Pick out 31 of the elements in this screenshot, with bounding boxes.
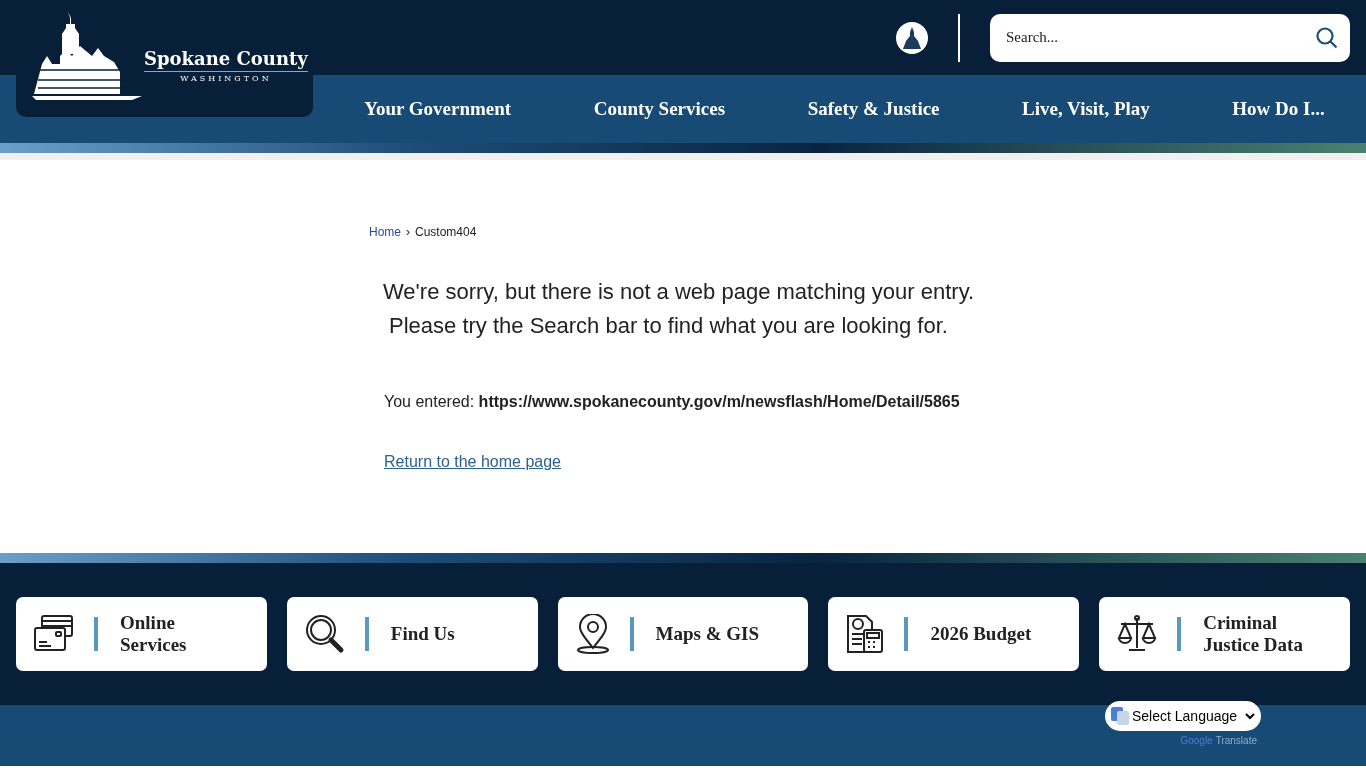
- quick-link-card[interactable]: 2026 Budget: [828, 597, 1080, 671]
- magnifier-icon: [304, 614, 345, 654]
- nav-link[interactable]: How Do I...: [1232, 98, 1325, 120]
- emblem-icon[interactable]: [896, 21, 928, 54]
- nav-link[interactable]: County Services: [593, 98, 726, 120]
- google-text: Google: [1180, 735, 1213, 746]
- scales-icon: [1117, 614, 1158, 654]
- quick-link-card[interactable]: Maps & GIS: [557, 597, 809, 671]
- logo-subtitle: WASHINGTON: [180, 74, 272, 83]
- search-icon[interactable]: [1316, 26, 1338, 49]
- quick-link-card[interactable]: Criminal Justice Data: [1099, 597, 1350, 671]
- breadcrumb-separator: ›: [406, 225, 410, 239]
- search-field[interactable]: Search...: [990, 13, 1350, 62]
- nav-link[interactable]: Safety & Justice: [807, 98, 940, 120]
- entered-url-text: You entered: https://www.spokanecounty.gov/m/newsflash/Home/Detail/5865: [384, 393, 961, 411]
- quick-link-card[interactable]: Online Services: [16, 597, 267, 671]
- map-pin-icon: [575, 614, 610, 654]
- return-home-link[interactable]: Return to the home page: [384, 453, 561, 471]
- budget-calculator-icon: [846, 614, 885, 654]
- breadcrumb-link[interactable]: Home: [369, 225, 401, 239]
- error-message: We're sorry, but there is not a web page matching your entry.: [383, 279, 976, 305]
- nav-link[interactable]: Live, Visit, Play: [1022, 98, 1150, 120]
- translate-text: Translate: [1215, 735, 1257, 746]
- language-select[interactable]: Select Language: [1105, 701, 1261, 731]
- dropdown-caret-icon: [1245, 712, 1255, 720]
- logo-title: Spokane County: [144, 48, 308, 72]
- breadcrumb-current: Custom404: [415, 225, 477, 239]
- quick-link-card[interactable]: Find Us: [286, 597, 538, 671]
- error-message: Please try the Search bar to find what you are looking for.: [388, 313, 949, 339]
- nav-link[interactable]: Your Government: [364, 98, 512, 120]
- credit-cards-icon: [34, 614, 74, 654]
